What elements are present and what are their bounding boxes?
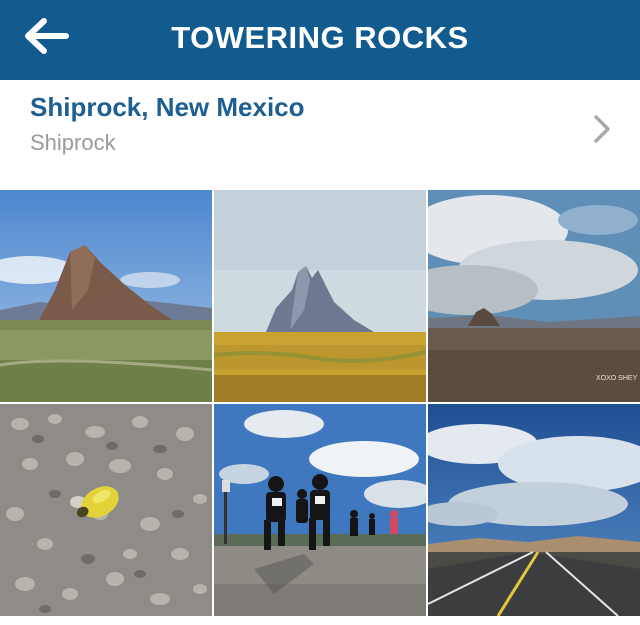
location-row[interactable]: Shiprock, New Mexico Shiprock (0, 80, 640, 190)
location-name: Shiprock, New Mexico (30, 92, 305, 122)
location-subtitle: Shiprock (30, 130, 116, 155)
back-button[interactable] (20, 14, 72, 58)
photo-shiprock-clouds[interactable]: XOXO SHEY (428, 190, 640, 402)
photo-desert-road[interactable] (428, 404, 640, 616)
photo-watermark: XOXO SHEY (596, 375, 638, 382)
photo-gravel-beetle[interactable] (0, 404, 212, 616)
chevron-right-icon (594, 115, 610, 143)
top-bar: TOWERING ROCKS (0, 0, 640, 80)
photo-shiprock-painting[interactable] (214, 190, 426, 402)
photo-runners[interactable] (214, 404, 426, 616)
arrow-left-icon (25, 18, 69, 54)
photo-shiprock-landscape[interactable] (0, 190, 212, 402)
page-title: TOWERING ROCKS (171, 20, 469, 55)
photo-grid: XOXO SHEY (0, 190, 640, 625)
